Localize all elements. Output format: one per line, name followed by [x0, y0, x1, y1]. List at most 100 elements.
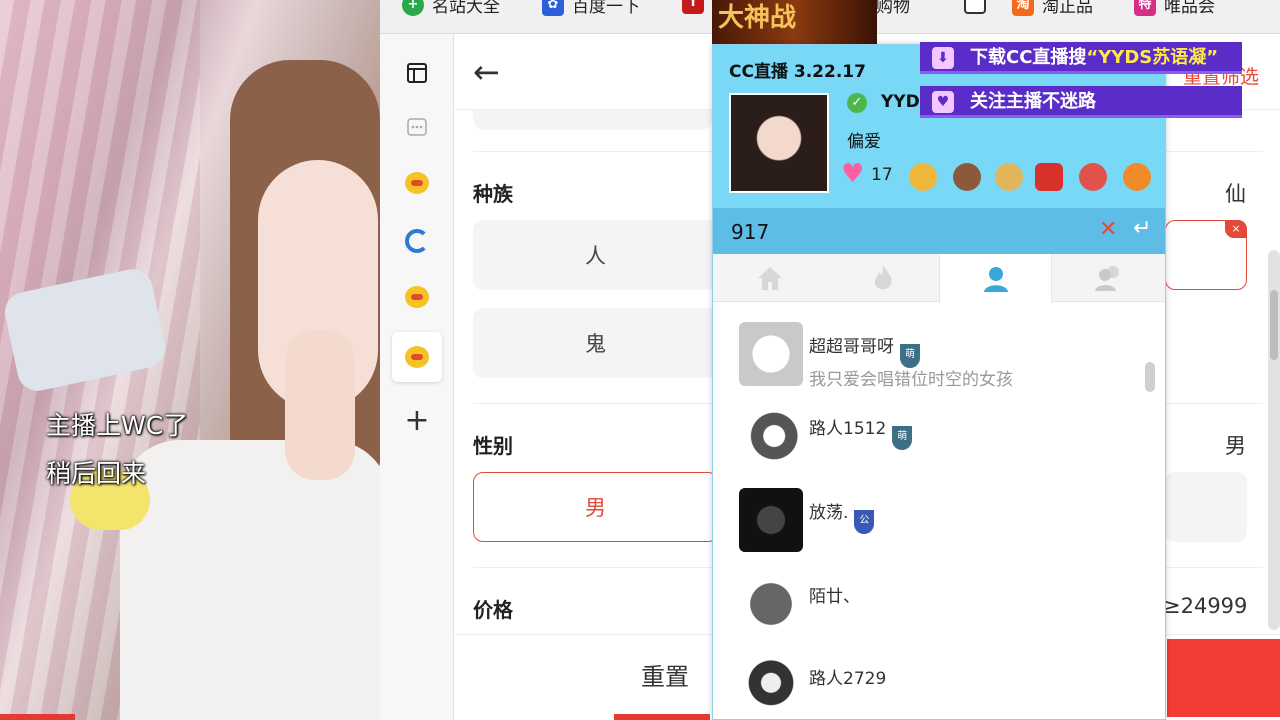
list-item[interactable]: 陌廿、 [713, 552, 1165, 636]
search-input[interactable]: 917 [731, 220, 769, 244]
viewer-name: 放荡. 公 [809, 498, 875, 534]
race-option-human[interactable]: 人 [473, 220, 718, 290]
character-badge-icon[interactable] [953, 163, 981, 191]
bookmark-tmall[interactable]: T [682, 0, 704, 14]
promo-highlight: “YYDS苏语凝” [1086, 47, 1219, 68]
ring-badge-icon[interactable] [909, 163, 937, 191]
price-value: ≥24999 [1163, 594, 1248, 618]
promo-text: 下载CC直播搜 [970, 47, 1087, 68]
streamer-avatar[interactable] [729, 93, 829, 193]
streamer-nickname: 偏爱 [847, 132, 881, 152]
list-item[interactable]: 路人2729 [713, 634, 1165, 718]
bookmark-vip[interactable]: 特 唯品会 [1134, 0, 1215, 17]
bookmark-label: 购物 [876, 0, 910, 17]
panel-scrollbar[interactable] [1268, 250, 1280, 630]
cc-title: CC直播 3.22.17 [729, 62, 866, 82]
game-chick-icon[interactable] [404, 170, 430, 196]
red-strip [0, 714, 75, 720]
search-bar[interactable]: 917 ✕ ↵ [713, 208, 1165, 254]
viewer-name-text: 超超哥哥呀 [809, 337, 894, 357]
game-banner: 大神战 [712, 0, 877, 44]
scrollbar-thumb[interactable] [1270, 290, 1278, 360]
vip-icon: 特 [1134, 0, 1156, 16]
side-toolbar: + [380, 34, 454, 720]
reset-button[interactable]: 重置 [605, 657, 725, 697]
bookmark-label: 百度一下 [572, 0, 640, 17]
list-scrollbar-thumb[interactable] [1145, 362, 1155, 392]
gender-option-male[interactable]: 男 [473, 472, 718, 542]
gender-selected-value: 男 [1225, 434, 1246, 458]
tab-home[interactable] [713, 254, 826, 302]
bookmark-doc[interactable] [964, 0, 986, 14]
avatar[interactable] [739, 322, 803, 386]
list-item[interactable]: 超超哥哥呀萌 我只爱会唱错位时空的女孩 [713, 302, 1165, 390]
game-chick-icon-active[interactable] [404, 344, 430, 370]
user-icon [983, 266, 1008, 292]
promo-follow-bar: ♥ 关注主播不迷路 [920, 86, 1242, 118]
avatar[interactable] [739, 488, 803, 552]
heart-icon: ♥ [932, 91, 954, 113]
list-item[interactable]: 放荡. 公 [713, 468, 1165, 552]
bookmark-taobao[interactable]: 淘 淘正品 [1012, 0, 1093, 17]
sidebar-toggle-icon[interactable] [404, 60, 430, 86]
verified-check-icon: ✓ [847, 93, 867, 113]
add-tab-icon[interactable]: + [404, 406, 430, 436]
chat-icon[interactable] [404, 114, 430, 140]
close-icon[interactable]: × [1225, 220, 1247, 238]
race-option-ghost[interactable]: 鬼 [473, 308, 718, 378]
stream-video: 主播上WC了 稍后回来 [0, 0, 380, 720]
viewer-list: 超超哥哥呀萌 我只爱会唱错位时空的女孩 路人1512 萌 放荡. 公 陌廿、 路人2… [713, 302, 1165, 720]
tab-hot[interactable] [826, 254, 939, 302]
banner-text: 大神战 [718, 3, 797, 33]
download-icon: ⬇ [932, 47, 954, 69]
friends-icon [1094, 266, 1119, 291]
gender-label: 性别 [473, 434, 513, 458]
avatar[interactable] [739, 404, 803, 468]
back-arrow-icon[interactable]: ← [473, 52, 500, 92]
cc-tabs [713, 254, 1165, 303]
flame-icon [874, 265, 891, 290]
baidu-paw-icon: ✿ [542, 0, 564, 16]
tab-user[interactable] [939, 254, 1052, 303]
avatar[interactable] [739, 572, 803, 636]
race-selected-value: 仙 [1225, 182, 1246, 206]
notice-line-2: 稍后回来 [46, 459, 147, 488]
list-item[interactable]: 路人1512 萌 [713, 384, 1165, 468]
shield-badge-icon[interactable] [1035, 163, 1063, 191]
bookmark-sites[interactable]: + 名站大全 [402, 0, 500, 17]
heart-icon: ♥ [841, 159, 865, 189]
home-icon [757, 267, 782, 290]
race-option-selected[interactable]: × [1165, 220, 1247, 290]
gender-option-other[interactable] [1165, 472, 1247, 542]
confirm-button[interactable] [1167, 639, 1280, 717]
close-icon[interactable]: ✕ [1099, 217, 1117, 242]
bookmark-baidu[interactable]: ✿ 百度一下 [542, 0, 640, 17]
tab-friends[interactable] [1052, 254, 1165, 302]
race-label: 种族 [473, 182, 513, 206]
achievement-badge-icon[interactable] [1123, 163, 1151, 191]
enter-icon[interactable]: ↵ [1133, 216, 1151, 241]
plus-icon: + [402, 0, 424, 16]
document-icon [964, 0, 986, 14]
cc-live-panel: CC直播 3.22.17 ✓ YYDS 偏爱 ♥ 17 917 ✕ ↵ 超超哥哥… [712, 44, 1166, 720]
browser-e-icon[interactable] [404, 228, 430, 254]
bookmark-label: 淘正品 [1042, 0, 1093, 17]
viewer-name: 超超哥哥呀萌 [809, 332, 920, 368]
promo-download-bar: ⬇ 下载CC直播搜“YYDS苏语凝” [920, 42, 1242, 74]
viewer-name-text: 路人1512 [809, 419, 887, 439]
stream-notice: 主播上WC了 稍后回来 [46, 402, 188, 498]
game-chick-icon-2[interactable] [404, 284, 430, 310]
handsome-badge-icon[interactable] [1079, 163, 1107, 191]
bookmark-label: 名站大全 [432, 0, 500, 17]
tmall-icon: T [682, 0, 704, 14]
promo-text: 关注主播不迷路 [970, 91, 1096, 112]
viewer-name-text: 放荡. [809, 503, 849, 523]
bookmark-shopping[interactable]: 购物 [876, 0, 910, 17]
level-badge-icon: 萌 [892, 426, 913, 450]
red-strip [614, 714, 710, 720]
previous-option[interactable] [473, 110, 713, 130]
viewer-name: 路人2729 [809, 669, 887, 689]
heart-count: 17 [871, 165, 893, 185]
dog-badge-icon[interactable] [995, 163, 1023, 191]
avatar[interactable] [739, 654, 803, 718]
